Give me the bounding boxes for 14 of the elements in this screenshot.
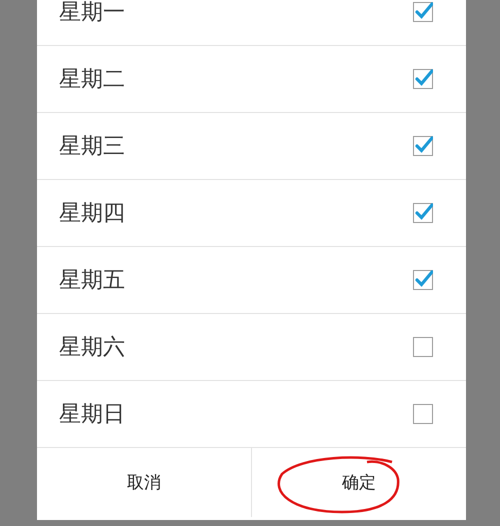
checkbox[interactable] <box>413 2 433 22</box>
checkbox[interactable] <box>413 203 433 223</box>
day-label: 星期五 <box>59 267 125 295</box>
checkbox[interactable] <box>413 337 433 357</box>
checkbox[interactable] <box>413 404 433 424</box>
checkbox[interactable] <box>413 136 433 156</box>
day-label: 星期二 <box>59 66 125 94</box>
day-label: 星期一 <box>59 0 125 27</box>
checkbox[interactable] <box>413 69 433 89</box>
day-label: 星期六 <box>59 334 125 362</box>
day-label: 星期三 <box>59 133 125 161</box>
checkbox[interactable] <box>413 270 433 290</box>
day-label: 星期日 <box>59 401 125 429</box>
day-label: 星期四 <box>59 200 125 228</box>
